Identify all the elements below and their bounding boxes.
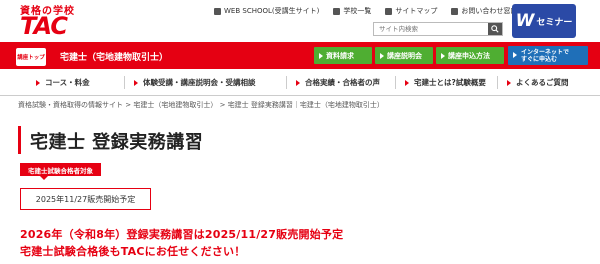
search-button[interactable] <box>488 23 502 35</box>
nav-divider <box>497 76 498 89</box>
site-header: 資格の学校 TAC WEB SCHOOL(受講生サイト) 学校一覧 サイトマップ… <box>0 0 600 42</box>
page-title: 宅建士 登録実務講習 <box>30 132 204 153</box>
online-apply-line1: インターネットで <box>521 49 570 56</box>
contact-label: お問い合わせ窓口 <box>461 7 518 15</box>
main-nav: コース・料金 体験受講・講座説明会・受講相談 合格実績・合格者の声 宅建士とは?… <box>0 69 600 96</box>
request-materials-button[interactable]: 資料請求 <box>314 47 372 64</box>
w-seminar-label: セミナー <box>536 17 573 28</box>
nav-course-fees[interactable]: コース・料金 <box>36 69 90 96</box>
nav-divider <box>286 76 287 89</box>
breadcrumb-separator: > <box>125 101 132 109</box>
online-apply-button[interactable]: インターネットで すぐに申込む <box>508 46 588 65</box>
mail-icon <box>451 7 459 15</box>
application-method-button[interactable]: 講座申込方法 <box>436 47 504 64</box>
contact-link[interactable]: お問い合わせ窓口 <box>451 6 517 16</box>
online-apply-line2: すぐに申込む <box>521 56 558 63</box>
school-list-label: 学校一覧 <box>343 7 372 15</box>
breadcrumb: 資格試験・資格取得の情報サイト > 宅建士（宅地建物取引士） > 宅建士 登録実… <box>18 100 384 110</box>
breadcrumb-current: 宅建士 登録実務講習｜宅建士（宅地建物取引士） <box>227 101 384 109</box>
search-icon <box>491 25 499 33</box>
w-seminar-banner[interactable]: W セミナー <box>512 4 576 38</box>
header-top-links: WEB SCHOOL(受講生サイト) 学校一覧 サイトマップ お問い合わせ窓口 <box>214 6 517 16</box>
target-badge: 宅建士試験合格者対象 <box>20 163 101 180</box>
announcement-line-1: 2026年（令和8年）登録実務講習は2025/11/27販売開始予定 <box>20 228 344 241</box>
nav-faq[interactable]: よくあるご質問 <box>507 69 569 96</box>
course-title[interactable]: 宅建士（宅地建物取引士） <box>60 50 168 63</box>
tac-logo[interactable]: TAC <box>20 12 68 40</box>
pc-icon <box>214 7 221 15</box>
nav-results-voices[interactable]: 合格実績・合格者の声 <box>296 69 380 96</box>
web-school-label: WEB SCHOOL(受講生サイト) <box>224 7 320 15</box>
breadcrumb-separator: > <box>219 101 226 109</box>
school-icon <box>333 7 341 15</box>
title-accent <box>18 126 21 154</box>
breadcrumb-home[interactable]: 資格試験・資格取得の情報サイト <box>18 101 123 109</box>
web-school-link[interactable]: WEB SCHOOL(受講生サイト) <box>214 6 319 16</box>
search-input[interactable] <box>374 23 486 35</box>
school-list-link[interactable]: 学校一覧 <box>333 6 371 16</box>
w-seminar-letter: W <box>515 11 535 31</box>
announcement-line-2: 宅建士試験合格後もTACにお任せください！ <box>20 245 246 258</box>
course-briefing-button[interactable]: 講座説明会 <box>375 47 433 64</box>
nav-divider <box>395 76 396 89</box>
sitemap-icon <box>385 7 393 15</box>
site-search <box>373 22 503 36</box>
release-notice: 2025年11/27販売開始予定 <box>20 188 151 210</box>
nav-about-exam[interactable]: 宅建士とは?試験概要 <box>405 69 486 96</box>
sitemap-link[interactable]: サイトマップ <box>385 6 437 16</box>
nav-trial-briefing[interactable]: 体験受講・講座説明会・受講相談 <box>134 69 256 96</box>
course-top-button[interactable]: 講座トップ <box>16 48 46 66</box>
sitemap-label: サイトマップ <box>395 7 438 15</box>
breadcrumb-takken[interactable]: 宅建士（宅地建物取引士） <box>133 101 217 109</box>
nav-divider <box>124 76 125 89</box>
